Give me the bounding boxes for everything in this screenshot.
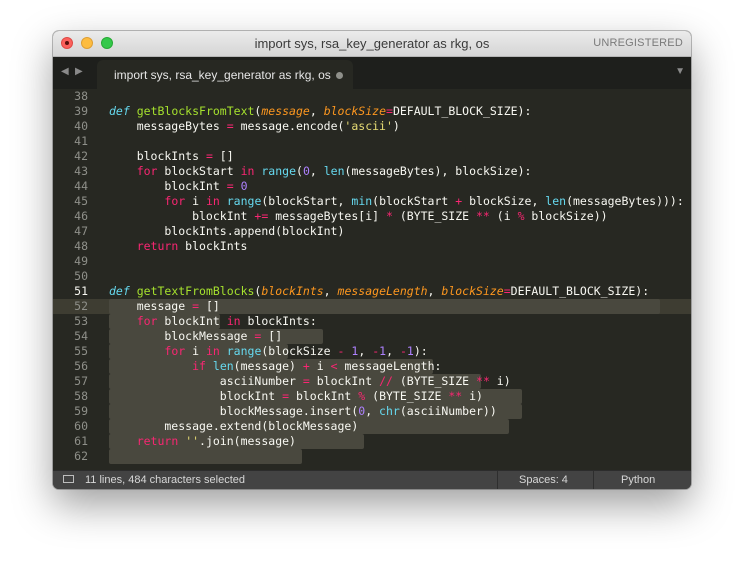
line-number: 60 [74,419,88,433]
line-number: 40 [74,119,88,133]
code-text[interactable]: blockInts = [] [109,149,234,164]
code-line[interactable]: 40 messageBytes = message.encode('ascii'… [53,119,691,134]
line-number: 50 [74,269,88,283]
code-line[interactable]: 58 blockInt = blockInt % (BYTE_SIZE ** i… [53,389,691,404]
code-line[interactable]: 62 [53,449,691,464]
line-number: 43 [74,164,88,178]
code-line[interactable]: 47 blockInts.append(blockInt) [53,224,691,239]
line-number: 57 [74,374,88,388]
code-line[interactable]: 41 [53,134,691,149]
line-number: 56 [74,359,88,373]
line-number: 55 [74,344,88,358]
code-line[interactable]: 45 for i in range(blockStart, min(blockS… [53,194,691,209]
code-line[interactable]: 50 [53,269,691,284]
line-number: 52 [74,299,88,313]
tab-label: import sys, rsa_key_generator as rkg, os [114,68,331,82]
tab-active-file[interactable]: import sys, rsa_key_generator as rkg, os [97,60,353,89]
indentation-setting[interactable]: Spaces: 4 [519,474,568,486]
line-number: 39 [74,104,88,118]
tab-scroll-left-icon[interactable]: ◀ [61,66,69,77]
code-line[interactable]: 42 blockInts = [] [53,149,691,164]
code-text[interactable]: blockInt += messageBytes[i] * (BYTE_SIZE… [109,209,608,224]
line-number: 58 [74,389,88,403]
line-number: 48 [74,239,88,253]
code-text[interactable]: for i in range(blockSize - 1, -1, -1): [109,344,427,359]
code-text[interactable]: blockMessage = [] [109,329,282,344]
status-divider [497,471,498,489]
code-text[interactable]: return blockInts [109,239,248,254]
code-text[interactable]: message = [] [109,299,220,314]
code-line[interactable]: 49 [53,254,691,269]
line-number: 42 [74,149,88,163]
line-number: 59 [74,404,88,418]
line-number: 44 [74,179,88,193]
tab-bar: ◀ ▶ import sys, rsa_key_generator as rkg… [53,57,691,89]
line-number: 54 [74,329,88,343]
code-line[interactable]: 53 for blockInt in blockInts: [53,314,691,329]
line-number: 47 [74,224,88,238]
tab-scroll-right-icon[interactable]: ▶ [75,66,83,77]
code-line[interactable]: 55 for i in range(blockSize - 1, -1, -1)… [53,344,691,359]
code-line[interactable]: 44 blockInt = 0 [53,179,691,194]
unsaved-dot-icon[interactable] [336,72,343,79]
code-text[interactable]: def getTextFromBlocks(blockInts, message… [109,284,649,299]
code-text[interactable]: def getBlocksFromText(message, blockSize… [109,104,531,119]
code-text[interactable]: blockMessage.insert(0, chr(asciiNumber)) [109,404,497,419]
line-number: 41 [74,134,88,148]
code-text[interactable]: for i in range(blockStart, min(blockStar… [109,194,683,209]
code-text[interactable]: message.extend(blockMessage) [109,419,358,434]
code-text[interactable]: asciiNumber = blockInt // (BYTE_SIZE ** … [109,374,511,389]
syntax-setting[interactable]: Python [621,474,655,486]
code-text[interactable]: if len(message) + i < messageLength: [109,359,441,374]
line-number: 46 [74,209,88,223]
code-line[interactable]: 43 for blockStart in range(0, len(messag… [53,164,691,179]
code-text[interactable]: blockInt = 0 [109,179,247,194]
code-text[interactable]: return ''.join(message) [109,434,296,449]
code-line[interactable]: 61 return ''.join(message) [53,434,691,449]
code-line[interactable]: 38 [53,89,691,104]
line-number: 51 [74,284,88,298]
code-text[interactable]: for blockStart in range(0, len(messageBy… [109,164,532,179]
line-number: 53 [74,314,88,328]
line-number: 45 [74,194,88,208]
code-editor[interactable]: 38 39 def getBlocksFromText(message, block… [53,89,691,470]
code-text[interactable]: blockInt = blockInt % (BYTE_SIZE ** i) [109,389,483,404]
line-number: 49 [74,254,88,268]
selection-status: 11 lines, 484 characters selected [85,474,245,486]
status-bar: 11 lines, 484 characters selected Spaces… [53,470,691,489]
code-line[interactable]: 52 message = [] [53,299,691,314]
code-text[interactable]: messageBytes = message.encode('ascii') [109,119,400,134]
code-line[interactable]: 54 blockMessage = [] [53,329,691,344]
line-number: 61 [74,434,88,448]
code-line[interactable]: 48 return blockInts [53,239,691,254]
editor-window: import sys, rsa_key_generator as rkg, os… [53,31,691,489]
code-text[interactable]: for blockInt in blockInts: [109,314,317,329]
panel-toggle-icon[interactable] [63,475,74,483]
code-line[interactable]: 51 def getTextFromBlocks(blockInts, messa… [53,284,691,299]
code-line[interactable]: 59 blockMessage.insert(0, chr(asciiNumbe… [53,404,691,419]
code-line[interactable]: 57 asciiNumber = blockInt // (BYTE_SIZE … [53,374,691,389]
title-bar[interactable]: import sys, rsa_key_generator as rkg, os… [53,31,691,57]
code-line[interactable]: 56 if len(message) + i < messageLength: [53,359,691,374]
line-number: 62 [74,449,88,463]
tab-menu-dropdown-icon[interactable]: ▼ [675,66,685,77]
code-line[interactable]: 60 message.extend(blockMessage) [53,419,691,434]
code-text[interactable]: blockInts.append(blockInt) [109,224,344,239]
code-line[interactable]: 46 blockInt += messageBytes[i] * (BYTE_S… [53,209,691,224]
line-number: 38 [74,89,88,103]
unregistered-label: UNREGISTERED [593,37,683,49]
status-divider [593,471,594,489]
code-line[interactable]: 39 def getBlocksFromText(message, blockSi… [53,104,691,119]
